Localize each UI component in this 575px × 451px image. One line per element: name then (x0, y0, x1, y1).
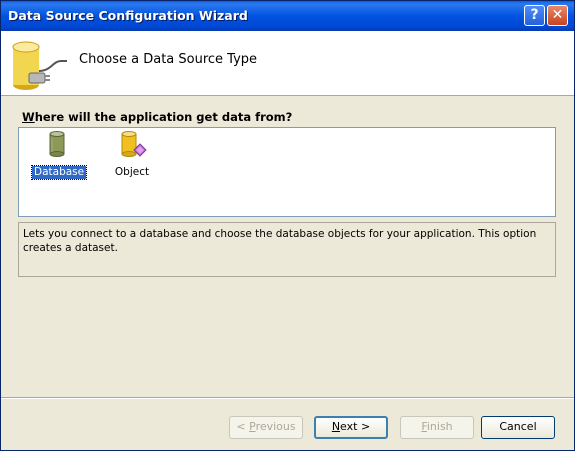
footer-separator (1, 397, 574, 399)
data-source-type-list[interactable]: Database Object (18, 127, 556, 217)
help-button[interactable]: ? (524, 5, 545, 26)
next-button[interactable]: Next > (314, 416, 388, 439)
cancel-button[interactable]: Cancel (481, 416, 555, 439)
close-button[interactable]: ✕ (547, 5, 568, 26)
next-label: ext > (340, 420, 371, 433)
object-data-source-icon (121, 131, 147, 157)
list-item-database[interactable]: Database (30, 128, 88, 180)
close-icon: ✕ (551, 7, 564, 23)
database-icon (49, 131, 65, 157)
next-accesskey: N (331, 420, 341, 433)
list-item-label: Object (114, 166, 150, 178)
database-plug-icon (12, 41, 67, 90)
prompt-text: here will the application get data from? (34, 110, 293, 124)
help-icon: ? (530, 7, 539, 23)
list-item-label: Database (30, 165, 88, 180)
wizard-header: Choose a Data Source Type (1, 31, 574, 96)
previous-prefix: < (236, 420, 250, 433)
page-title: Choose a Data Source Type (79, 52, 258, 67)
previous-button[interactable]: < Previous (229, 416, 303, 439)
prompt-accesskey: W (22, 110, 35, 124)
window-title: Data Source Configuration Wizard (8, 8, 248, 23)
wizard-window: Data Source Configuration Wizard ? ✕ Cho… (0, 0, 575, 451)
list-item-object[interactable]: Object (108, 128, 156, 179)
title-bar[interactable]: Data Source Configuration Wizard ? ✕ (1, 1, 574, 31)
finish-label: inish (426, 420, 453, 433)
finish-button[interactable]: Finish (400, 416, 474, 439)
data-source-prompt: Where will the application get data from… (22, 110, 292, 124)
description-text: Lets you connect to a database and choos… (23, 228, 537, 254)
previous-label: revious (255, 420, 296, 433)
description-panel: Lets you connect to a database and choos… (18, 222, 556, 277)
wizard-body: Where will the application get data from… (1, 96, 574, 396)
